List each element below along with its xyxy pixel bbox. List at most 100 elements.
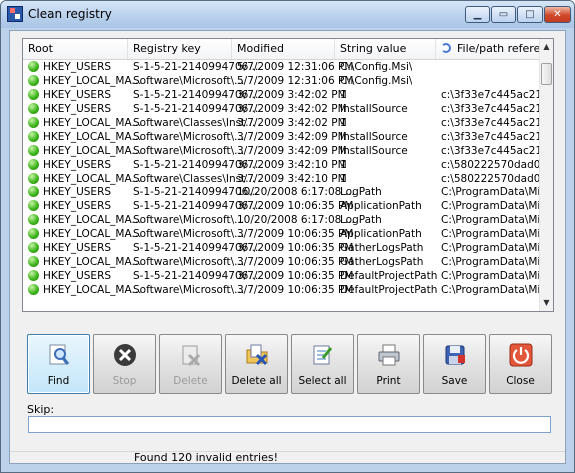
scroll-thumb[interactable]	[541, 63, 552, 85]
table-cell: c:\3f33e7c445ac213...	[441, 88, 554, 101]
title-bar[interactable]: Clean registry ▁ ▭ □ ✕	[1, 1, 574, 28]
table-row[interactable]: HKEY_LOCAL_MA... Software\Microsoft\... 3/…	[23, 130, 553, 144]
stop-label: Stop	[112, 375, 137, 387]
table-cell: 3/7/2009 10:06:35 PM	[237, 284, 354, 296]
table-cell: 3/7/2009 3:42:02 PM	[237, 102, 347, 115]
table-row[interactable]: HKEY_LOCAL_MA... Software\Microsoft\... 3/…	[23, 144, 553, 158]
registry-list[interactable]: Root Registry key Modified String value …	[22, 38, 554, 312]
table-cell: InstallSource	[340, 144, 408, 157]
client-area: Root Registry key Modified String value …	[9, 30, 566, 464]
delete-button[interactable]: Delete	[159, 334, 222, 394]
table-row[interactable]: HKEY_USERS S-1-5-21-2140994706... 10/20/20…	[23, 185, 553, 199]
table-cell: 3/7/2009 10:06:35 PM	[237, 200, 354, 213]
table-row[interactable]: HKEY_LOCAL_MA... Software\Classes\Inst...…	[23, 172, 553, 186]
save-button[interactable]: Save	[423, 334, 486, 394]
valid-entry-dot-icon	[28, 284, 39, 295]
save-icon	[445, 345, 465, 365]
stop-button[interactable]: Stop	[93, 334, 156, 394]
table-cell: 10/20/2008 6:17:08 ...	[237, 186, 355, 199]
table-cell: LogPath	[340, 186, 382, 199]
table-cell: c:\3f33e7c445ac213...	[441, 130, 554, 143]
table-cell: Software\Microsoft\...	[133, 74, 245, 87]
scroll-up-arrow-icon[interactable]: ▲	[540, 39, 553, 55]
delete-all-button[interactable]: Delete all	[225, 334, 288, 394]
table-cell: C:\ProgramData\Micr...	[441, 242, 554, 255]
close-window-button[interactable]: ✕	[544, 6, 571, 23]
print-label: Print	[376, 375, 401, 387]
column-string-value[interactable]: String value	[335, 39, 436, 59]
table-cell: Software\Microsoft\...	[133, 284, 245, 296]
table-row[interactable]: HKEY_USERS S-1-5-21-2140994706... 3/7/2009…	[23, 199, 553, 213]
status-text: Found 120 invalid entries!	[134, 451, 278, 464]
valid-entry-dot-icon	[28, 270, 39, 282]
window-title: Clean registry	[28, 7, 112, 21]
table-row[interactable]: HKEY_LOCAL_MA... Software\Classes\Inst...…	[23, 116, 553, 130]
table-row[interactable]: HKEY_LOCAL_MA... Software\Microsoft\... 3/…	[23, 283, 553, 297]
table-row[interactable]: HKEY_USERS S-1-5-21-2140994706... 3/7/2009…	[23, 88, 553, 102]
table-row[interactable]: HKEY_LOCAL_MA... Software\Microsoft\... 5/…	[23, 74, 541, 88]
table-cell: C:\ProgramData\Micr...	[441, 228, 554, 241]
valid-entry-dot-icon	[28, 88, 39, 100]
restore-button[interactable]: ▭	[491, 6, 516, 23]
table-cell: 3/7/2009 10:06:35 PM	[237, 270, 354, 283]
minimize-button[interactable]: ▁	[465, 6, 490, 23]
delete-label: Delete	[173, 375, 208, 387]
table-cell: C:\ProgramData\Micr...	[441, 256, 554, 269]
find-button[interactable]: Find	[27, 334, 90, 394]
select-all-button[interactable]: Select all	[291, 334, 354, 394]
valid-entry-dot-icon	[28, 144, 39, 156]
table-cell: HKEY_USERS	[43, 102, 112, 115]
column-root[interactable]: Root	[23, 39, 128, 59]
close-label: Close	[506, 375, 535, 387]
table-cell: C:\ProgramData\Micr...	[441, 284, 554, 296]
valid-entry-dot-icon	[28, 130, 39, 142]
table-cell: C:\ProgramData\Micr...	[441, 186, 554, 199]
find-label: Find	[47, 375, 70, 387]
clean-registry-window: Clean registry ▁ ▭ □ ✕ Root Registry key…	[0, 0, 575, 473]
column-file-path-label: File/path refere...	[457, 42, 541, 55]
table-row[interactable]: HKEY_USERS S-1-5-21-2140994706... 5/7/2009…	[23, 60, 541, 74]
valid-entry-dot-icon	[28, 214, 39, 226]
table-cell: 10/20/2008 6:17:08 ...	[237, 214, 355, 227]
table-cell: HKEY_LOCAL_MA...	[43, 284, 142, 296]
table-cell: GatherLogsPath	[340, 256, 424, 269]
select-all-icon	[313, 345, 333, 365]
print-button[interactable]: Print	[357, 334, 420, 394]
table-cell: 3/7/2009 3:42:09 PM	[237, 130, 347, 143]
table-cell: C:\ProgramData\Micr...	[441, 200, 554, 213]
table-row[interactable]: HKEY_USERS S-1-5-21-2140994706... 3/7/2009…	[23, 102, 553, 116]
table-cell: Software\Microsoft\...	[133, 256, 245, 269]
table-row[interactable]: HKEY_USERS S-1-5-21-2140994706... 3/7/2009…	[23, 241, 553, 255]
stop-icon	[114, 344, 136, 366]
vertical-scrollbar[interactable]: ▲ ▼	[539, 39, 553, 311]
table-row[interactable]: HKEY_USERS S-1-5-21-2140994706... 3/7/2009…	[23, 158, 553, 172]
close-button[interactable]: Close	[489, 334, 552, 394]
scroll-down-arrow-icon[interactable]: ▼	[540, 295, 553, 311]
app-icon[interactable]	[7, 6, 23, 22]
delete-all-label: Delete all	[231, 375, 282, 387]
table-cell: 3/7/2009 3:42:02 PM	[237, 116, 347, 129]
maximize-button[interactable]: □	[517, 6, 543, 23]
table-cell: 3/7/2009 3:42:10 PM	[237, 158, 347, 171]
table-cell: c:\580222570dad0fcf...	[441, 158, 554, 171]
table-cell: HKEY_USERS	[43, 158, 112, 171]
table-row[interactable]: HKEY_LOCAL_MA... Software\Microsoft\... 10…	[23, 213, 553, 227]
sort-arrows-icon	[441, 43, 451, 53]
table-row[interactable]: HKEY_USERS S-1-5-21-2140994706... 3/7/2009…	[23, 269, 553, 283]
table-cell: HKEY_LOCAL_MA...	[43, 74, 142, 87]
table-cell: C:\ProgramData\Micr...	[441, 270, 554, 283]
column-registry-key[interactable]: Registry key	[128, 39, 232, 59]
table-row[interactable]: HKEY_LOCAL_MA... Software\Microsoft\... 3/…	[23, 255, 553, 269]
column-modified[interactable]: Modified	[232, 39, 335, 59]
column-file-path-reference[interactable]: File/path refere...	[436, 39, 541, 59]
table-cell: HKEY_LOCAL_MA...	[43, 116, 142, 129]
table-cell: C:\Config.Msi\	[340, 61, 413, 73]
table-row[interactable]: HKEY_LOCAL_MA... Software\Microsoft\... 3/…	[23, 227, 553, 241]
table-cell: HKEY_LOCAL_MA...	[43, 228, 142, 241]
table-cell: DefaultProjectPath	[340, 270, 438, 283]
table-cell: ApplicationPath	[340, 228, 422, 241]
status-bar: Found 120 invalid entries!	[10, 451, 565, 465]
skip-input[interactable]	[28, 416, 551, 433]
valid-entry-dot-icon	[28, 200, 39, 212]
valid-entry-dot-icon	[28, 242, 39, 254]
